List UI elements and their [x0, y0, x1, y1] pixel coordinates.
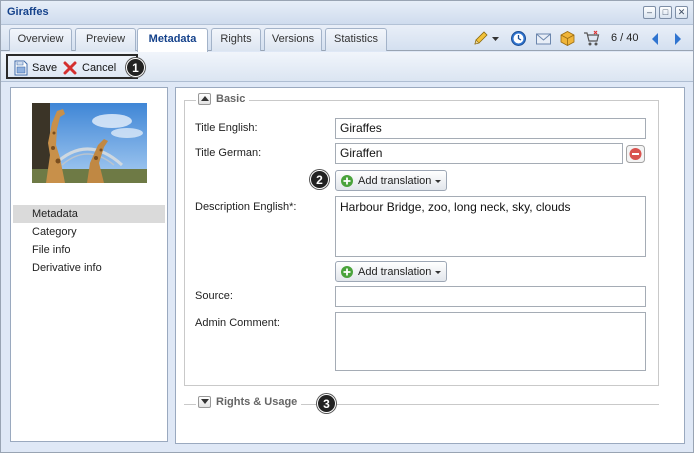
chevron-down-icon	[435, 270, 442, 274]
package-icon[interactable]	[559, 30, 576, 47]
close-icon[interactable]: ✕	[675, 6, 688, 19]
callout-badge-3: 3	[317, 394, 336, 413]
window-title: Giraffes	[7, 6, 49, 18]
mail-icon[interactable]	[535, 30, 552, 47]
add-translation-label: Add translation	[358, 265, 432, 278]
clock-icon[interactable]	[510, 30, 527, 47]
basic-legend-label: Basic	[216, 93, 246, 105]
add-translation-button-2[interactable]: Add translation	[335, 261, 448, 282]
collapse-icon[interactable]	[198, 93, 211, 105]
description-english-label: Description English*:	[195, 201, 297, 213]
title-german-label: Title German:	[195, 147, 262, 159]
rights-legend-label: Rights & Usage	[216, 396, 298, 408]
sidebar-item-category[interactable]: Category	[13, 223, 165, 241]
plus-icon	[341, 265, 353, 278]
cart-icon[interactable]	[583, 30, 600, 47]
save-icon	[14, 60, 28, 76]
cancel-button[interactable]: Cancel	[63, 59, 116, 77]
source-label: Source:	[195, 290, 233, 302]
add-translation-label: Add translation	[358, 174, 432, 187]
basic-legend[interactable]: Basic	[196, 93, 250, 105]
remove-translation-button[interactable]	[626, 145, 645, 163]
description-english-field[interactable]: Harbour Bridge, zoo, long neck, sky, clo…	[335, 196, 646, 257]
tab-overview[interactable]: Overview	[9, 28, 72, 51]
expand-icon[interactable]	[198, 396, 211, 408]
minimize-icon[interactable]: –	[643, 6, 656, 19]
source-field[interactable]	[335, 286, 646, 307]
add-translation-button[interactable]: Add translation	[335, 170, 448, 191]
asset-thumbnail[interactable]	[32, 103, 147, 183]
asset-window: Giraffes – □ ✕ Overview Preview Metadata…	[0, 0, 694, 453]
pager-counter: 6 / 40	[611, 32, 639, 44]
title-english-label: Title English:	[195, 122, 258, 134]
cancel-icon	[63, 61, 77, 75]
sidebar-item-file-info[interactable]: File info	[13, 241, 165, 259]
callout-badge-1: 1	[126, 58, 145, 77]
save-button[interactable]: Save	[13, 59, 57, 77]
admin-comment-field[interactable]	[335, 312, 646, 371]
tab-preview[interactable]: Preview	[75, 28, 136, 51]
admin-comment-label: Admin Comment:	[195, 317, 280, 329]
maximize-icon[interactable]: □	[659, 6, 672, 19]
edit-toolbar: Save Cancel	[1, 52, 693, 82]
left-panel: Metadata Category File info Derivative i…	[10, 87, 168, 442]
sidebar-item-derivative-info[interactable]: Derivative info	[13, 259, 165, 277]
prev-arrow-icon[interactable]	[649, 32, 661, 46]
next-arrow-icon[interactable]	[672, 32, 684, 46]
callout-badge-2: 2	[310, 170, 329, 189]
metadata-form: Basic Title English: Giraffes Title Germ…	[175, 87, 685, 444]
chevron-down-icon	[435, 179, 442, 183]
title-german-field[interactable]: Giraffen	[335, 143, 623, 164]
tab-rights[interactable]: Rights	[211, 28, 261, 51]
tab-metadata[interactable]: Metadata	[137, 28, 208, 52]
plus-icon	[341, 174, 353, 187]
title-bar: Giraffes – □ ✕	[1, 1, 693, 25]
dropdown-arrow-icon[interactable]	[491, 30, 500, 47]
pencil-icon[interactable]	[472, 30, 489, 47]
tab-versions[interactable]: Versions	[264, 28, 322, 51]
title-english-field[interactable]: Giraffes	[335, 118, 646, 139]
cancel-label: Cancel	[82, 62, 117, 74]
tab-statistics[interactable]: Statistics	[325, 28, 387, 51]
rights-legend[interactable]: Rights & Usage	[196, 396, 302, 408]
sidebar-item-metadata[interactable]: Metadata	[13, 205, 165, 223]
sidebar-nav: Metadata Category File info Derivative i…	[13, 205, 165, 277]
save-label: Save	[32, 62, 58, 74]
giraffe-image	[32, 103, 147, 183]
